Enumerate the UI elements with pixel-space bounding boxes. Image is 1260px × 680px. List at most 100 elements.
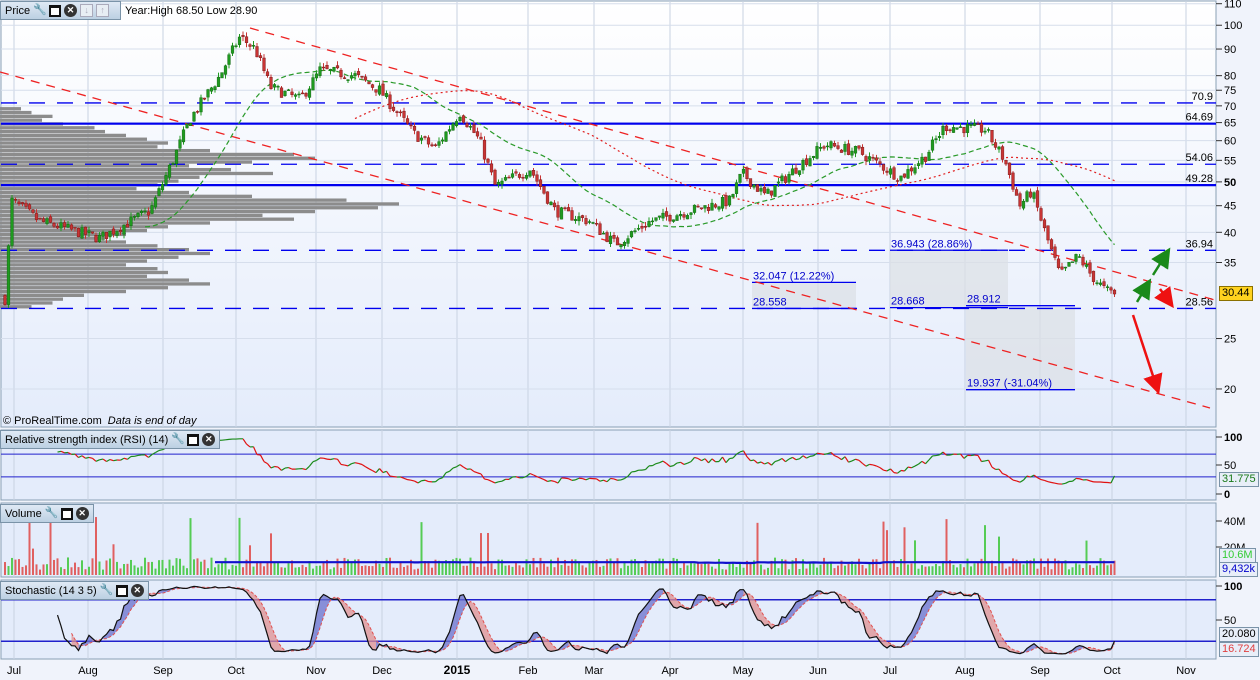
candle[interactable] <box>853 146 858 154</box>
candle[interactable] <box>241 35 245 37</box>
close-icon[interactable]: ✕ <box>64 4 78 17</box>
candle[interactable] <box>27 204 32 210</box>
candle[interactable] <box>913 167 917 174</box>
candle[interactable] <box>444 131 448 142</box>
candle[interactable] <box>542 186 546 194</box>
candle[interactable] <box>360 75 364 78</box>
candle[interactable] <box>307 88 312 98</box>
candle[interactable] <box>122 224 126 235</box>
candle[interactable] <box>1011 172 1015 190</box>
candle[interactable] <box>941 125 945 136</box>
candle[interactable] <box>668 215 672 222</box>
candle[interactable] <box>787 174 791 183</box>
candle[interactable] <box>178 139 182 149</box>
candle[interactable] <box>713 204 718 208</box>
candle[interactable] <box>171 163 175 165</box>
candle[interactable] <box>601 232 606 235</box>
candle[interactable] <box>790 168 795 176</box>
wrench-icon[interactable]: 🔧 <box>33 4 47 17</box>
candle[interactable] <box>206 89 210 98</box>
candle[interactable] <box>948 129 952 131</box>
candle[interactable] <box>997 146 1001 150</box>
candle[interactable] <box>353 73 357 77</box>
wrench-icon[interactable]: 🔧 <box>100 584 114 597</box>
candle[interactable] <box>745 167 749 180</box>
candle[interactable] <box>416 131 420 142</box>
candle[interactable] <box>10 197 14 246</box>
candle[interactable] <box>97 234 102 243</box>
candle[interactable] <box>342 77 347 79</box>
candle[interactable] <box>598 223 602 235</box>
candle[interactable] <box>759 188 763 192</box>
candle[interactable] <box>682 214 686 218</box>
candle[interactable] <box>363 76 368 81</box>
candle[interactable] <box>486 158 490 163</box>
candle[interactable] <box>6 245 11 305</box>
candle[interactable] <box>339 69 343 78</box>
candle[interactable] <box>731 194 735 198</box>
candle[interactable] <box>962 127 966 134</box>
candle[interactable] <box>437 141 441 146</box>
candle[interactable] <box>157 188 161 196</box>
candle[interactable] <box>976 123 980 125</box>
candle[interactable] <box>983 130 987 133</box>
candle[interactable] <box>213 86 217 90</box>
candle[interactable] <box>675 215 679 221</box>
candle[interactable] <box>850 150 854 156</box>
candle[interactable] <box>591 222 595 224</box>
candle[interactable] <box>489 163 494 173</box>
candle[interactable] <box>517 174 522 178</box>
candle[interactable] <box>986 129 991 131</box>
candle[interactable] <box>1000 146 1005 160</box>
candle[interactable] <box>1046 225 1050 241</box>
candle[interactable] <box>864 156 868 162</box>
candle[interactable] <box>318 66 322 76</box>
candle[interactable] <box>605 232 609 242</box>
candle[interactable] <box>419 137 424 141</box>
candle[interactable] <box>825 145 830 148</box>
candle[interactable] <box>290 91 294 95</box>
candle[interactable] <box>801 159 805 171</box>
candle[interactable] <box>724 195 728 207</box>
candle[interactable] <box>458 117 462 122</box>
candle[interactable] <box>174 149 179 164</box>
candle[interactable] <box>867 156 872 160</box>
candle[interactable] <box>1074 254 1078 262</box>
candle[interactable] <box>990 130 994 143</box>
candle[interactable] <box>440 139 445 142</box>
candle[interactable] <box>717 206 721 210</box>
candle[interactable] <box>818 146 823 149</box>
candle[interactable] <box>626 238 630 244</box>
candle[interactable] <box>647 221 651 227</box>
candle[interactable] <box>1049 239 1054 250</box>
candle[interactable] <box>927 151 931 161</box>
move-up-icon[interactable]: ↑ <box>96 4 110 17</box>
candle[interactable] <box>1105 286 1110 288</box>
candle[interactable] <box>412 125 417 131</box>
candle[interactable] <box>1081 256 1085 266</box>
candle[interactable] <box>804 158 809 165</box>
candle[interactable] <box>433 144 438 146</box>
window-icon[interactable] <box>115 584 128 597</box>
candle[interactable] <box>108 230 112 238</box>
candle[interactable] <box>160 184 165 191</box>
candle[interactable] <box>423 136 427 138</box>
candle[interactable] <box>454 121 459 127</box>
candle[interactable] <box>503 177 508 181</box>
candle[interactable] <box>696 205 700 208</box>
candle[interactable] <box>475 131 480 137</box>
candle[interactable] <box>202 97 207 100</box>
candle[interactable] <box>909 167 914 172</box>
candle[interactable] <box>20 202 25 205</box>
wrench-icon[interactable]: 🔧 <box>45 507 59 520</box>
candle[interactable] <box>479 136 483 140</box>
candle[interactable] <box>783 176 788 183</box>
candle[interactable] <box>17 201 21 204</box>
candle[interactable] <box>223 65 228 75</box>
candle[interactable] <box>727 195 732 206</box>
candle[interactable] <box>748 178 753 187</box>
candle[interactable] <box>916 163 921 167</box>
candle[interactable] <box>570 210 574 221</box>
candle[interactable] <box>661 212 665 219</box>
candle[interactable] <box>752 184 756 188</box>
